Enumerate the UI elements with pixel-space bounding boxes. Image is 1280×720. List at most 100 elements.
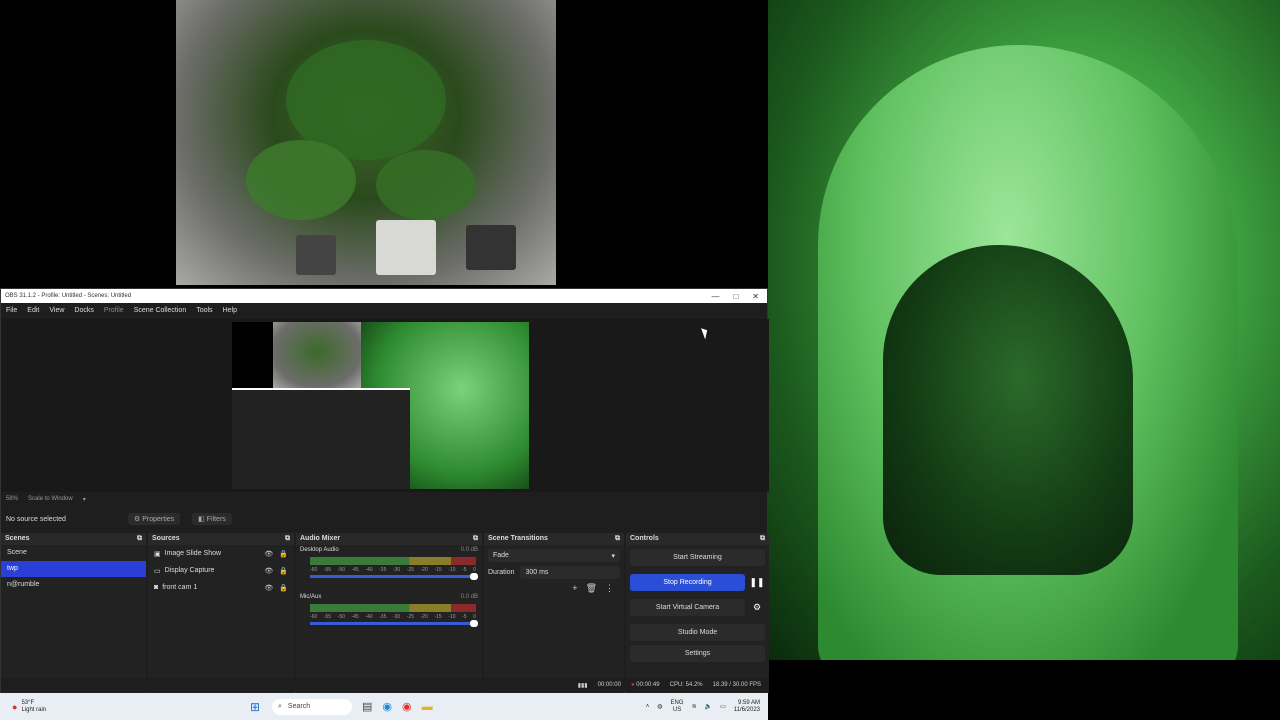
scene-item[interactable]: n@rumble bbox=[1, 577, 146, 593]
battery-icon[interactable]: ▭ bbox=[720, 703, 726, 710]
transition-select[interactable]: Fade ▾ bbox=[488, 549, 620, 562]
scene-item[interactable]: Scene bbox=[1, 545, 146, 561]
source-item[interactable]: ◙ front cam 1 👁 🔒 bbox=[148, 579, 294, 596]
sources-dock: Sources ⧉ ▣ Image Slide Show 👁 🔒 ▭ Displa… bbox=[148, 533, 294, 693]
signal-icon: ▮▮▮ bbox=[577, 682, 588, 689]
meter-scale: -60 -55 -50 -45 -40 -35 -30 -25 -20 -15 -10 -5 0 bbox=[310, 614, 476, 620]
search-box[interactable]: ⌕ Search bbox=[272, 698, 352, 715]
dock-undock-icon[interactable]: ⧉ bbox=[615, 535, 620, 543]
dock-undock-icon[interactable]: ⧉ bbox=[285, 535, 290, 543]
start-virtual-camera-button[interactable]: Start Virtual Camera bbox=[630, 599, 745, 616]
dock-undock-icon[interactable]: ⧉ bbox=[760, 535, 765, 543]
zoom-level[interactable]: 58% bbox=[6, 496, 18, 502]
windows-start-icon[interactable]: ⊞ bbox=[250, 701, 262, 713]
system-tray: ˄ ◍ ENG US ≋ 🔈 ▭ 9:59 AM 11/6/2023 bbox=[646, 700, 768, 714]
volume-icon[interactable]: 🔈 bbox=[705, 703, 712, 710]
rec-time: 00:00:49 bbox=[636, 682, 660, 688]
dock-undock-icon[interactable]: ⧉ bbox=[473, 535, 478, 543]
edge-browser-icon[interactable]: ◉ bbox=[382, 700, 392, 713]
weather-widget[interactable]: ● 53°F Light rain bbox=[0, 700, 250, 714]
settings-button[interactable]: Settings bbox=[630, 645, 765, 662]
stream-time: 00:00:00 bbox=[597, 682, 621, 688]
preview-plant-source bbox=[273, 322, 361, 388]
menu-file[interactable]: File bbox=[6, 307, 17, 314]
source-item[interactable]: ▣ Image Slide Show 👁 🔒 bbox=[148, 545, 294, 562]
scenes-dock: Scenes ⧉ Scene twp n@rumble + 🗑 ◧ ˄ ˅ bbox=[1, 533, 146, 693]
menu-help[interactable]: Help bbox=[223, 307, 237, 314]
stop-recording-button[interactable]: Stop Recording bbox=[630, 574, 745, 591]
clock[interactable]: 9:59 AM 11/6/2023 bbox=[734, 700, 760, 714]
obs-status-bar: ▮▮▮ 00:00:00 ● 00:00:49 CPU: 54.2% 18.39… bbox=[1, 678, 769, 692]
audio-meter bbox=[310, 557, 476, 565]
task-view-icon[interactable]: ▤ bbox=[362, 700, 372, 713]
face-shadow bbox=[883, 245, 1133, 575]
duration-input[interactable]: 300 ms bbox=[520, 566, 620, 579]
menu-bar: File Edit View Docks Profile Scene Colle… bbox=[1, 303, 767, 317]
audio-mixer-title: Audio Mixer bbox=[300, 535, 341, 542]
title-bar: OBS 31.1.2 - Profile: Untitled - Scenes:… bbox=[1, 289, 767, 303]
menu-tools[interactable]: Tools bbox=[196, 307, 212, 314]
tray-app-icon[interactable]: ◍ bbox=[657, 703, 662, 710]
dock-undock-icon[interactable]: ⧉ bbox=[137, 535, 142, 543]
chevron-up-icon[interactable]: ˄ bbox=[646, 704, 650, 710]
eye-icon[interactable]: 👁 bbox=[264, 567, 273, 575]
monitor-icon: ▭ bbox=[154, 567, 161, 575]
chrome-icon[interactable]: ◉ bbox=[402, 700, 412, 713]
program-preview[interactable] bbox=[232, 322, 529, 489]
duration-row: Duration 300 ms bbox=[488, 566, 620, 579]
audio-mixer-dock: Audio Mixer ⧉ Desktop Audio 0.0 dB -60 -55… bbox=[296, 533, 482, 693]
taskbar: ● 53°F Light rain ⊞ ⌕ Search ▤ ◉ ◉ ▬ ˄ ◍… bbox=[0, 693, 768, 720]
chevron-down-icon[interactable]: ▾ bbox=[83, 496, 86, 503]
transitions-title: Scene Transitions bbox=[488, 535, 548, 542]
menu-dots-icon[interactable]: ⋮ bbox=[605, 583, 614, 594]
no-source-label: No source selected bbox=[6, 515, 66, 523]
meter-scale: -60 -55 -50 -45 -40 -35 -30 -25 -20 -15 -10 -5 0 bbox=[310, 567, 476, 573]
source-toolbar: No source selected ⚙ Properties ◧ Filter… bbox=[1, 511, 769, 527]
obs-window: OBS 31.1.2 - Profile: Untitled - Scenes:… bbox=[0, 288, 769, 693]
gear-icon[interactable]: ⚙ bbox=[749, 599, 765, 616]
eye-icon[interactable]: 👁 bbox=[264, 550, 273, 558]
lock-icon[interactable]: 🔒 bbox=[279, 584, 288, 592]
volume-slider[interactable] bbox=[310, 620, 478, 627]
weather-desc: Light rain bbox=[21, 706, 47, 713]
rain-icon: ● bbox=[12, 701, 18, 712]
image-icon: ▣ bbox=[154, 550, 161, 558]
audio-meter bbox=[310, 604, 476, 612]
webcam-feed bbox=[768, 0, 1280, 660]
menu-profile[interactable]: Profile bbox=[104, 307, 124, 314]
duration-label: Duration bbox=[488, 569, 515, 576]
menu-docks[interactable]: Docks bbox=[74, 307, 93, 314]
controls-dock: Controls ⧉ Start Streaming Stop Recordin… bbox=[626, 533, 769, 693]
maximize-button[interactable]: □ bbox=[733, 292, 738, 301]
menu-scene-collection[interactable]: Scene Collection bbox=[134, 307, 187, 314]
preview-area bbox=[1, 319, 769, 492]
menu-view[interactable]: View bbox=[49, 307, 64, 314]
minimize-button[interactable]: — bbox=[711, 292, 719, 301]
eye-icon[interactable]: 👁 bbox=[264, 584, 273, 592]
scale-mode[interactable]: Scale to Window bbox=[28, 496, 73, 502]
file-explorer-icon[interactable]: ▬ bbox=[422, 701, 433, 713]
filters-button[interactable]: ◧ Filters bbox=[192, 513, 232, 525]
docks: Scenes ⧉ Scene twp n@rumble + 🗑 ◧ ˄ ˅ So… bbox=[1, 533, 769, 693]
pause-icon[interactable]: ❚❚ bbox=[749, 574, 765, 591]
mixer-channel-desktop: Desktop Audio 0.0 dB -60 -55 -50 -45 -40 -35 -3… bbox=[296, 545, 482, 580]
properties-button[interactable]: ⚙ Properties bbox=[128, 513, 181, 525]
controls-title: Controls bbox=[630, 535, 659, 542]
source-item[interactable]: ▭ Display Capture 👁 🔒 bbox=[148, 562, 294, 579]
scene-item-selected[interactable]: twp bbox=[1, 561, 146, 577]
start-streaming-button[interactable]: Start Streaming bbox=[630, 549, 765, 566]
add-icon[interactable]: + bbox=[572, 583, 577, 594]
scenes-title: Scenes bbox=[5, 535, 30, 542]
lock-icon[interactable]: 🔒 bbox=[279, 550, 288, 558]
volume-slider[interactable] bbox=[310, 573, 478, 580]
language-indicator[interactable]: ENG US bbox=[671, 700, 684, 714]
camera-icon: ◙ bbox=[154, 584, 159, 591]
lock-icon[interactable]: 🔒 bbox=[279, 567, 288, 575]
wifi-icon[interactable]: ≋ bbox=[692, 703, 697, 710]
cpu-usage: CPU: 54.2% bbox=[669, 682, 703, 688]
close-button[interactable]: ✕ bbox=[752, 292, 759, 301]
menu-edit[interactable]: Edit bbox=[27, 307, 39, 314]
zoom-row: 58% Scale to Window ▾ bbox=[1, 493, 769, 505]
trash-icon[interactable]: 🗑 bbox=[586, 583, 597, 594]
studio-mode-button[interactable]: Studio Mode bbox=[630, 624, 765, 641]
